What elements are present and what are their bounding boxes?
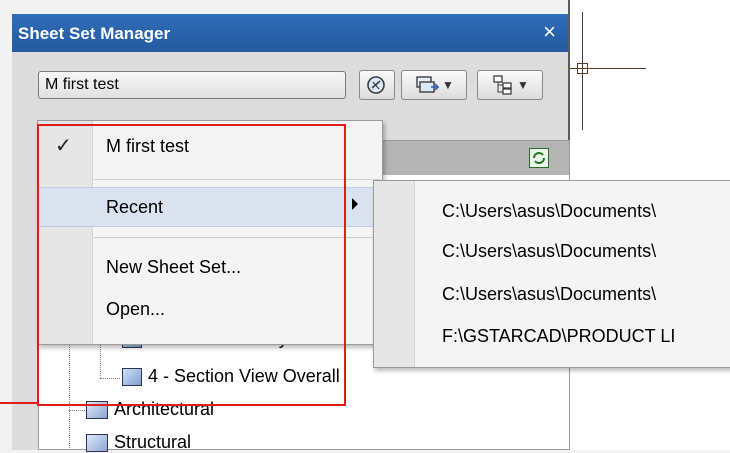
recent-file-item[interactable]: F:\GSTARCAD\PRODUCT LI bbox=[442, 326, 675, 347]
highlight-annotation-line bbox=[0, 402, 38, 404]
view-sheet-set-button[interactable] bbox=[359, 70, 395, 100]
close-icon[interactable]: × bbox=[543, 20, 556, 44]
sheet-set-dropdown[interactable]: M first test bbox=[38, 71, 346, 99]
publish-button[interactable]: ▼ bbox=[401, 70, 467, 100]
menu-gutter bbox=[374, 181, 415, 367]
magnify-sheet-icon bbox=[367, 76, 385, 94]
highlight-annotation-box bbox=[37, 124, 346, 406]
tree-guide bbox=[69, 410, 85, 411]
crosshair-pickbox bbox=[577, 63, 588, 74]
publish-icon bbox=[416, 76, 440, 93]
palette-titlebar[interactable]: Sheet Set Manager × bbox=[12, 14, 568, 52]
palette-title: Sheet Set Manager bbox=[18, 24, 171, 43]
recent-file-item[interactable]: C:\Users\asus\Documents\ bbox=[442, 201, 656, 222]
recent-file-item[interactable]: C:\Users\asus\Documents\ bbox=[442, 241, 656, 262]
refresh-icon[interactable] bbox=[529, 148, 549, 168]
submenu-arrow-icon bbox=[352, 198, 358, 210]
sheet-set-dropdown-value: M first test bbox=[45, 76, 119, 93]
chevron-down-icon: ▼ bbox=[442, 78, 454, 92]
recent-submenu: C:\Users\asus\Documents\ C:\Users\asus\D… bbox=[373, 180, 730, 368]
chevron-down-icon: ▼ bbox=[517, 78, 529, 92]
sheet-selections-button[interactable]: ▼ bbox=[477, 70, 543, 100]
subset-icon bbox=[86, 433, 108, 452]
sheet-list-icon bbox=[493, 75, 512, 95]
recent-file-item[interactable]: C:\Users\asus\Documents\ bbox=[442, 284, 656, 305]
